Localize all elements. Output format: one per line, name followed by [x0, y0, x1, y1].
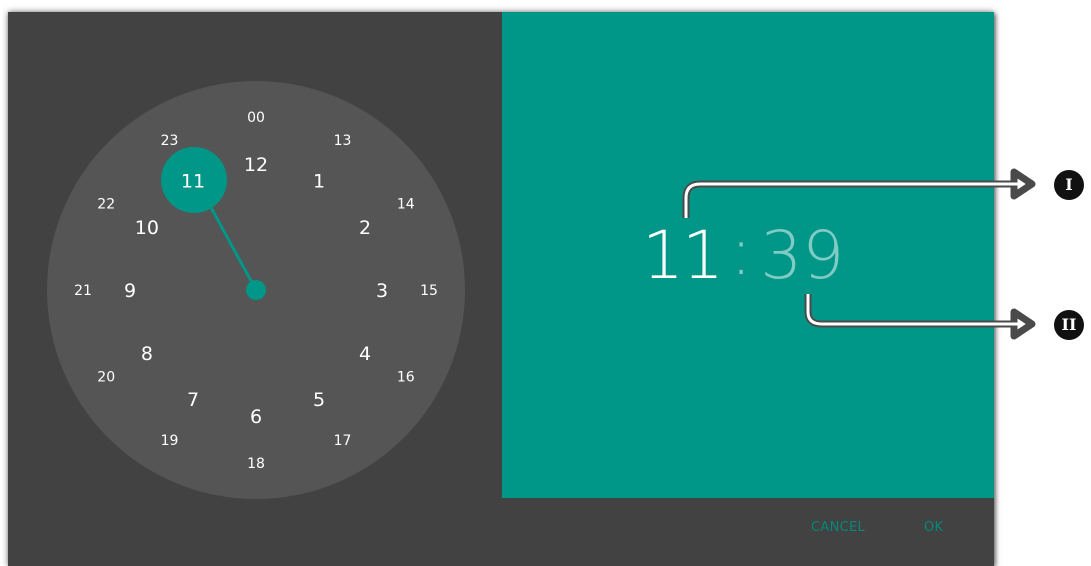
clock-face[interactable]: 121234567891011001314151617181920212223 [8, 12, 502, 566]
callout-marker-minute: II [1054, 310, 1084, 340]
clock-center-dot [246, 280, 266, 300]
time-display: 11 : 39 [642, 213, 844, 296]
cancel-button[interactable]: CANCEL [811, 520, 865, 535]
outer-hour-8[interactable]: 8 [141, 343, 153, 365]
outer-hour-5[interactable]: 5 [313, 389, 325, 411]
hour-display[interactable]: 11 [642, 216, 724, 296]
outer-hour-9[interactable]: 9 [124, 280, 136, 302]
inner-hour-14[interactable]: 14 [397, 197, 415, 213]
outer-hour-4[interactable]: 4 [359, 343, 371, 365]
outer-hour-3[interactable]: 3 [376, 280, 388, 302]
outer-hour-10[interactable]: 10 [135, 217, 159, 239]
dialog-button-bar: CANCEL OK [502, 498, 994, 566]
inner-hour-00[interactable]: 00 [247, 110, 265, 126]
inner-hour-16[interactable]: 16 [397, 370, 415, 386]
outer-hour-11[interactable]: 11 [181, 171, 205, 193]
outer-hour-6[interactable]: 6 [250, 406, 262, 428]
time-picker-dialog: 12 1 2 3 4 5 6 7 8 9 10 11 00 13 14 15 16 17 18 19 20 21 22 23 … [8, 12, 994, 566]
inner-hour-15[interactable]: 15 [420, 283, 438, 299]
inner-hour-20[interactable]: 20 [97, 370, 115, 386]
callout-marker-hour: I [1054, 170, 1084, 200]
time-header-panel: 11 : 39 [502, 12, 994, 498]
outer-hour-12[interactable]: 12 [244, 154, 268, 176]
inner-hour-17[interactable]: 17 [334, 433, 352, 449]
screenshot-page: 12 1 2 3 4 5 6 7 8 9 10 11 00 13 14 15 16 17 18 19 20 21 22 23 … [0, 0, 1091, 566]
inner-hour-21[interactable]: 21 [74, 283, 92, 299]
minute-display[interactable]: 39 [760, 216, 844, 296]
inner-hour-13[interactable]: 13 [334, 133, 352, 149]
clock-area: 12 1 2 3 4 5 6 7 8 9 10 11 00 13 14 15 16 17 18 19 20 21 22 23 [8, 12, 502, 566]
outer-hour-1[interactable]: 1 [313, 171, 325, 193]
inner-hour-18[interactable]: 18 [247, 456, 265, 472]
time-separator: : [729, 213, 753, 290]
outer-hour-2[interactable]: 2 [359, 217, 371, 239]
ok-button[interactable]: OK [924, 520, 943, 535]
inner-hour-19[interactable]: 19 [161, 433, 179, 449]
inner-hour-23[interactable]: 23 [161, 133, 179, 149]
outer-hour-7[interactable]: 7 [187, 389, 199, 411]
inner-hour-22[interactable]: 22 [97, 197, 115, 213]
